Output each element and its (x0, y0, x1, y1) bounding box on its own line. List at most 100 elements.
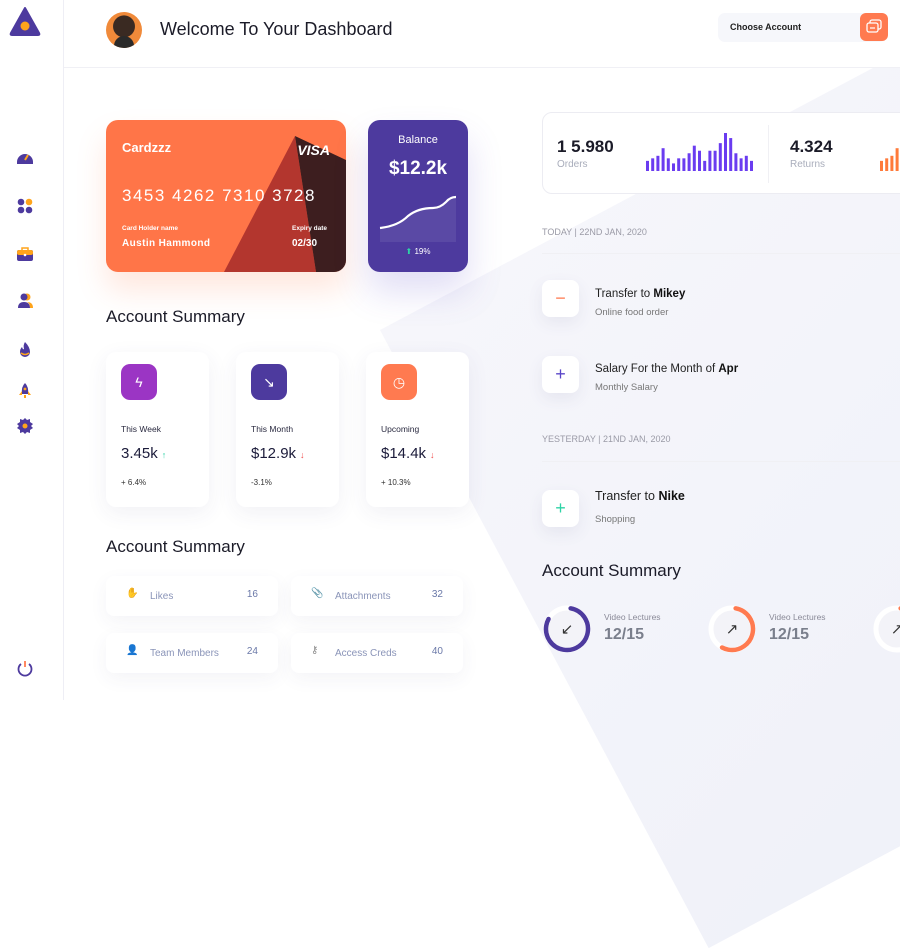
stat-card-this-month[interactable]: ↘ This Month $12.9k ↓ -3.1% (236, 352, 339, 507)
card-holder: Austin Hammond (122, 238, 211, 249)
progress-ring-item[interactable]: ↗ (872, 604, 900, 654)
summary-item-attachments[interactable]: 📎 Attachments 32 (291, 576, 463, 616)
expiry-value: 02/30 (292, 238, 318, 249)
bar (656, 155, 660, 171)
account-summary-title-2: Account Summary (106, 537, 245, 556)
balance-card[interactable]: Balance $12.2k ⬆ 19% (368, 120, 468, 272)
stat-label: This Week (121, 424, 161, 434)
ring-label: Video Lectures (769, 612, 826, 622)
stat-label: This Month (251, 424, 294, 434)
bar (672, 163, 675, 171)
card-network: VISA (297, 142, 330, 158)
item-value: 16 (246, 589, 258, 600)
orders-returns-card: 1 5.980 Orders 4.324 Returns (542, 112, 900, 194)
rocket-icon[interactable] (16, 382, 34, 400)
progress-ring-item[interactable]: ↙ Video Lectures 12/15 (542, 604, 661, 654)
transaction-title: Transfer to Nike (595, 489, 685, 503)
stat-value: $12.9k ↓ (251, 445, 305, 462)
power-icon[interactable] (16, 660, 34, 678)
bar (724, 133, 727, 171)
card-number: 3453 4262 7310 3728 (122, 186, 316, 205)
arrow-down-right-icon: ↘ (251, 364, 287, 400)
bar (713, 150, 717, 171)
credit-card[interactable]: Cardzzz VISA 3453 4262 7310 3728 Card Ho… (106, 120, 346, 272)
bar (890, 155, 894, 171)
clock-icon: ◷ (381, 364, 417, 400)
messages-button[interactable] (860, 13, 888, 41)
item-value: 24 (246, 646, 258, 657)
arrow-icon: ↙ (561, 621, 574, 638)
arrow-icon: ↗ (726, 621, 739, 638)
summary-item-access-creds[interactable]: ⚷ Access Creds 40 (291, 633, 463, 673)
item-value: 40 (431, 646, 443, 657)
bar (750, 160, 753, 171)
transaction-title: Transfer to Mikey (595, 288, 686, 300)
bar (661, 148, 665, 171)
transaction-subtitle: Shopping (595, 514, 636, 525)
expiry-label: Expiry date (292, 225, 328, 232)
bar (718, 143, 722, 171)
minus-icon[interactable]: − (542, 280, 579, 317)
returns-label: Returns (790, 159, 826, 170)
returns-value: 4.324 (790, 137, 833, 156)
balance-label: Balance (398, 134, 438, 146)
arrow-icon: ↗ (891, 621, 900, 638)
stat-change: -3.1% (251, 478, 272, 487)
bar (885, 158, 889, 171)
bar (692, 145, 696, 171)
paperclip-icon: 📎 (311, 588, 324, 599)
plus-icon[interactable]: + (542, 356, 579, 393)
divider (542, 461, 900, 462)
item-label: Attachments (335, 591, 391, 602)
card-brand: Cardzzz (122, 140, 172, 155)
briefcase-icon[interactable] (16, 245, 34, 263)
summary-item-team-members[interactable]: 👤 Team Members 24 (106, 633, 278, 673)
header: Welcome To Your Dashboard Choose Account… (64, 0, 900, 68)
bar (729, 138, 733, 171)
hand-icon: ✋ (126, 588, 139, 599)
avatar[interactable] (106, 12, 142, 48)
stat-label: Upcoming (381, 424, 420, 434)
logo-icon (9, 7, 41, 36)
bar (744, 155, 748, 171)
bar (708, 150, 712, 171)
settings-icon[interactable] (16, 417, 34, 435)
users-icon[interactable] (16, 292, 34, 310)
transaction-subtitle: Online food order (595, 307, 669, 318)
trend-down-icon: ↓ (430, 450, 435, 460)
account-summary-title: Account Summary (106, 307, 245, 326)
transaction-title: Salary For the Month of Apr (595, 363, 739, 375)
ring-value: 12/15 (769, 626, 810, 643)
stat-card-upcoming[interactable]: ◷ Upcoming $14.4k ↓ + 10.3% (366, 352, 469, 507)
date-label-today: TODAY | 22ND JAN, 2020 (542, 227, 647, 237)
account-select-label: Choose Account (730, 22, 802, 32)
dashboard-icon[interactable] (16, 149, 34, 167)
divider (542, 253, 900, 254)
progress-ring: ↗ (708, 605, 756, 653)
stat-change: + 10.3% (381, 478, 411, 487)
bar (880, 160, 883, 171)
bar (677, 158, 681, 171)
bar (666, 158, 670, 171)
apps-icon[interactable] (16, 197, 34, 215)
arrow-up-icon: ⬆ (405, 247, 413, 256)
trend-up-icon: ↑ (161, 450, 167, 460)
bar (739, 158, 743, 171)
account-summary-title-3: Account Summary (542, 561, 681, 580)
ring-label: Video Lectures (604, 612, 661, 622)
progress-ring: ↗ (873, 605, 900, 653)
bar (682, 158, 686, 171)
progress-ring-item[interactable]: ↗ Video Lectures 12/15 (707, 604, 826, 654)
stat-card-this-week[interactable]: ϟ This Week 3.45k ↑ + 6.4% (106, 352, 209, 507)
chat-icon (866, 19, 882, 33)
orders-value: 1 5.980 (557, 137, 614, 156)
ring-value: 12/15 (604, 626, 645, 643)
bar (687, 153, 691, 171)
lightning-icon: ϟ (121, 364, 157, 400)
progress-ring: ↙ (543, 605, 591, 653)
item-label: Team Members (150, 648, 219, 659)
fire-icon[interactable] (16, 341, 34, 359)
bar (651, 158, 655, 171)
plus-icon[interactable]: + (542, 490, 579, 527)
summary-item-likes[interactable]: ✋ Likes 16 (106, 576, 278, 616)
